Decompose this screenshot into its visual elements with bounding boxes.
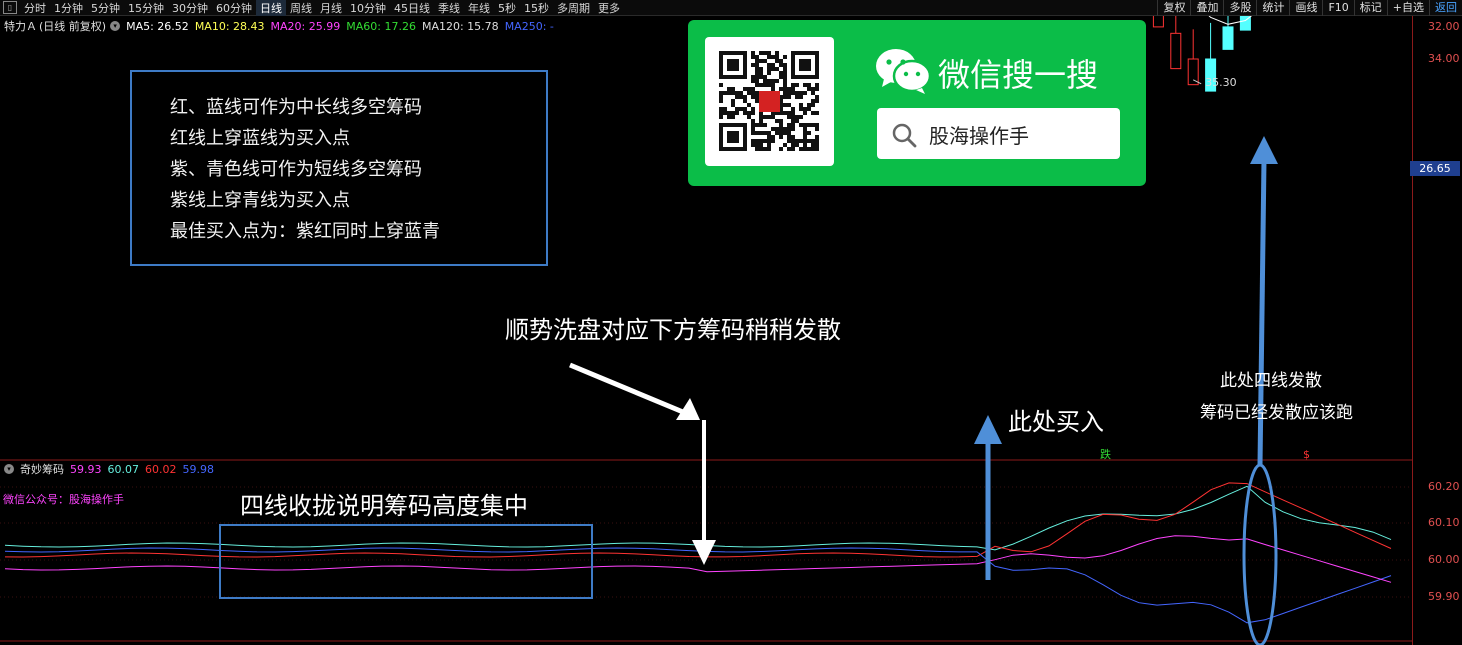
toolbar-button-5[interactable]: F10 <box>1322 0 1353 16</box>
period-tab-13[interactable]: 5秒 <box>494 0 520 16</box>
indicator-value-0: 59.93 <box>70 462 102 476</box>
period-toolbar: ▯ 分时 1分钟 5分钟 15分钟 30分钟 60分钟 日线 周线 月线 10分钟 45日线 季线 年线… <box>0 0 1462 16</box>
annotation-spread-line2: 筹码已经发散应该跑 <box>1200 403 1353 423</box>
annotation-spread-line1: 此处四线发散 <box>1220 371 1322 391</box>
wash-down-arrowhead <box>692 540 716 565</box>
qr-code <box>705 37 834 166</box>
candle-body-70 <box>1222 26 1234 50</box>
period-tab-7[interactable]: 周线 <box>286 0 316 16</box>
toolbar-button-6[interactable]: 标记 <box>1353 0 1387 16</box>
indicator-info-row: ▾ 奇妙筹码 59.93 60.07 60.02 59.98 <box>0 462 220 476</box>
dollar-marker: $ <box>1303 448 1310 461</box>
period-tab-1[interactable]: 1分钟 <box>50 0 87 16</box>
period-tab-10[interactable]: 45日线 <box>390 0 434 16</box>
spread-arrowhead <box>1250 136 1278 164</box>
period-tab-16[interactable]: 更多 <box>594 0 624 16</box>
annotation-converge: 四线收拢说明筹码高度集中 <box>240 492 528 520</box>
period-list: ▯ 分时 1分钟 5分钟 15分钟 30分钟 60分钟 日线 周线 月线 10分钟 45日线 季线 年线… <box>0 0 624 16</box>
indicator-tick-3: 59.90 <box>1428 590 1460 603</box>
period-tab-2[interactable]: 5分钟 <box>87 0 124 16</box>
indicator-value-3: 59.98 <box>182 462 215 476</box>
indicator-tick-2: 60.00 <box>1428 553 1460 566</box>
wechat-logo-icon <box>876 49 932 94</box>
spread-highlight-ellipse <box>1242 463 1278 645</box>
rule-line-1: 红线上穿蓝线为买入点 <box>170 128 350 149</box>
indicator-tick-1: 60.10 <box>1428 516 1460 529</box>
period-tab-11[interactable]: 季线 <box>434 0 464 16</box>
panel-toggle-icon[interactable]: ▯ <box>3 1 17 14</box>
price-axis-line <box>1412 16 1413 645</box>
indicator-blue-line <box>4 547 1392 624</box>
annotation-buy: 此处买入 <box>1008 408 1104 436</box>
candle-body-66 <box>1152 16 1164 28</box>
rule-line-4: 最佳买入点为：紫红同时上穿蓝青 <box>170 221 440 242</box>
rule-line-3: 紫线上穿青线为买入点 <box>170 190 350 211</box>
qr-code-pattern <box>719 51 819 151</box>
period-tab-0[interactable]: 分时 <box>20 0 50 16</box>
rule-line-0: 红、蓝线可作为中长线多空筹码 <box>170 97 422 118</box>
toolbar-button-8[interactable]: 返回 <box>1429 0 1462 16</box>
price-tick-0: 34.00 <box>1428 52 1460 65</box>
candle-body-68 <box>1187 58 1199 86</box>
period-tab-5[interactable]: 60分钟 <box>212 0 256 16</box>
period-tab-9[interactable]: 10分钟 <box>346 0 390 16</box>
candle-body-67 <box>1170 32 1182 70</box>
indicator-subtitle: 微信公众号：股海操作手 <box>3 493 124 506</box>
toolbar-button-3[interactable]: 统计 <box>1256 0 1289 16</box>
indicator-values: 59.93 60.07 60.02 59.98 <box>70 463 220 476</box>
rule-annotation-box: 红、蓝线可作为中长线多空筹码 红线上穿蓝线为买入点紫、青色线可作为短线多空筹码 紫线… <box>130 70 548 266</box>
period-tab-12[interactable]: 年线 <box>464 0 494 16</box>
wechat-search-text: 股海操作手 <box>929 124 1029 148</box>
wechat-search-card: 微信搜一搜 股海操作手 <box>688 20 1146 186</box>
die-marker: 跌 <box>1100 447 1111 461</box>
toolbar-right-buttons: 复权 叠加 多股 统计 画线 F10 标记 +自选 返回 <box>1157 0 1462 16</box>
high-price-label: 35.30 <box>1205 76 1237 89</box>
wechat-search-title: 微信搜一搜 <box>938 56 1099 94</box>
price-tick-2: 30.00 <box>1428 0 1460 1</box>
indicator-value-1: 60.07 <box>107 462 140 476</box>
indicator-tick-0: 60.20 <box>1428 480 1460 493</box>
search-icon <box>892 123 917 148</box>
toolbar-button-2[interactable]: 多股 <box>1223 0 1256 16</box>
buy-arrowhead <box>974 415 1002 444</box>
wash-diagonal-arrow-shaft <box>569 362 684 415</box>
rule-line-2: 紫、青色线可作为短线多空筹码 <box>170 159 422 180</box>
period-tab-15[interactable]: 多周期 <box>553 0 594 16</box>
price-tick-1: 32.00 <box>1428 20 1460 33</box>
period-tab-8[interactable]: 月线 <box>316 0 346 16</box>
annotation-wash: 顺势洗盘对应下方筹码稍稍发散 <box>505 316 841 344</box>
toolbar-button-1[interactable]: 叠加 <box>1190 0 1223 16</box>
converge-highlight-box <box>219 524 593 599</box>
period-tab-6[interactable]: 日线 <box>256 0 286 16</box>
indicator-name: 奇妙筹码 <box>20 463 64 476</box>
wechat-search-box[interactable]: 股海操作手 <box>877 108 1120 159</box>
toolbar-button-4[interactable]: 画线 <box>1289 0 1322 16</box>
indicator-value-2: 60.02 <box>145 462 177 476</box>
period-tab-4[interactable]: 30分钟 <box>168 0 212 16</box>
indicator-settings-icon[interactable]: ▾ <box>4 464 14 474</box>
period-tab-3[interactable]: 15分钟 <box>124 0 168 16</box>
toolbar-button-0[interactable]: 复权 <box>1157 0 1190 16</box>
period-tab-14[interactable]: 15秒 <box>520 0 553 16</box>
toolbar-button-7[interactable]: +自选 <box>1386 0 1429 16</box>
current-price-tag: 26.65 <box>1410 161 1460 176</box>
